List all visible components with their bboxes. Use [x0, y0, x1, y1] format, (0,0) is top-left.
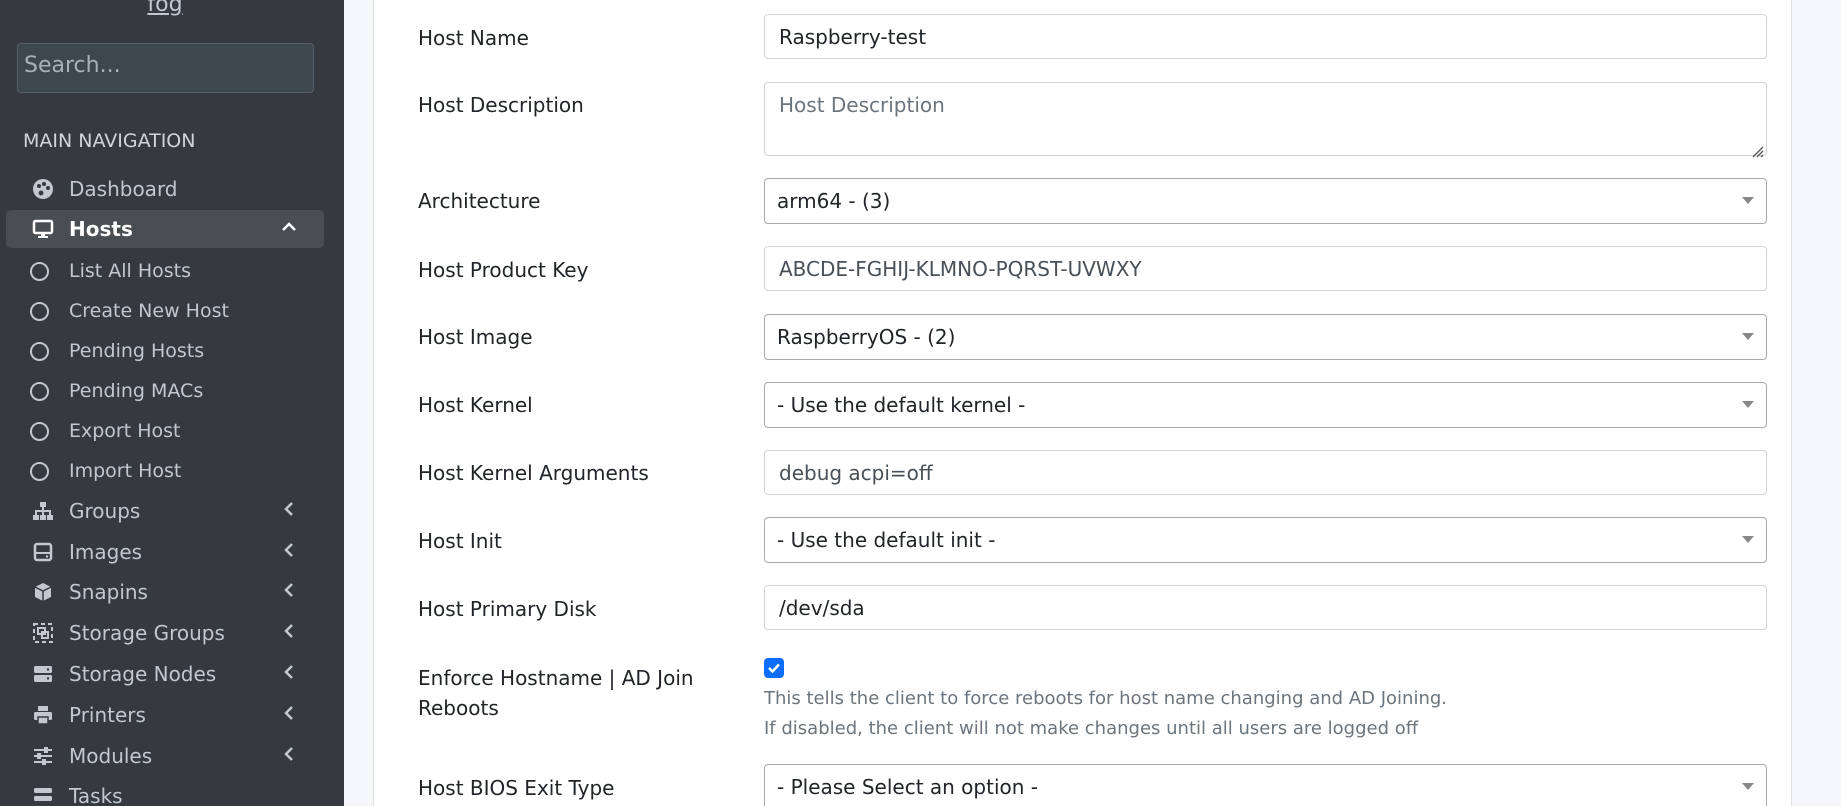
sitemap-icon: [30, 498, 56, 524]
sidebar-item-groups[interactable]: Groups: [6, 492, 324, 530]
chevron-left-icon: [280, 581, 298, 604]
host-kernel-label: Host Kernel: [418, 393, 533, 417]
host-kernel-selected-value: - Use the default kernel -: [777, 393, 1026, 417]
chevron-left-icon: [280, 541, 298, 564]
host-kernel-select[interactable]: - Use the default kernel -: [764, 382, 1767, 428]
sidebar-item-label: Printers: [69, 703, 146, 727]
bios-exit-label: Host BIOS Exit Type: [418, 776, 615, 800]
print-icon: [30, 702, 56, 728]
sidebar-item-label: Groups: [69, 499, 141, 523]
architecture-select[interactable]: arm64 - (3): [764, 178, 1767, 224]
server-icon: [30, 661, 56, 687]
host-description-placeholder: Host Description: [779, 93, 945, 117]
sidebar-subitem-create-new-host[interactable]: Create New Host: [6, 294, 324, 328]
enforce-help-line1: This tells the client to force reboots f…: [764, 688, 1447, 709]
circle-icon: [30, 381, 49, 401]
sidebar-item-label: Dashboard: [69, 177, 178, 201]
chevron-left-icon: [280, 704, 298, 727]
chevron-left-icon: [280, 745, 298, 768]
host-image-label: Host Image: [418, 325, 533, 349]
caret-down-icon: [1742, 197, 1754, 204]
caret-down-icon: [1742, 333, 1754, 340]
sidebar-search-input[interactable]: Search...: [17, 43, 314, 93]
sidebar-item-label: Storage Nodes: [69, 662, 217, 686]
enforce-label: Enforce Hostname | AD Join Reboots: [418, 663, 694, 723]
host-image-selected-value: RaspberryOS - (2): [777, 325, 956, 349]
enforce-label-line2: Reboots: [418, 696, 499, 720]
sidebar-subitem-label: List All Hosts: [69, 260, 192, 282]
host-description-label: Host Description: [418, 93, 584, 117]
bios-exit-select[interactable]: - Please Select an option -: [764, 764, 1767, 806]
sidebar-subitem-pending-hosts[interactable]: Pending Hosts: [6, 334, 324, 368]
palette-icon: [30, 176, 56, 202]
kernel-args-input[interactable]: debug acpi=off: [764, 450, 1767, 495]
host-name-label: Host Name: [418, 26, 529, 50]
caret-down-icon: [1742, 783, 1754, 790]
chevron-left-icon: [280, 663, 298, 686]
sidebar: fog Search... MAIN NAVIGATION Dashboard …: [0, 0, 344, 806]
primary-disk-label: Host Primary Disk: [418, 597, 597, 621]
host-init-selected-value: - Use the default init -: [777, 528, 996, 552]
resize-handle-icon[interactable]: [1750, 139, 1764, 158]
sidebar-subitem-label: Create New Host: [69, 300, 229, 322]
host-description-textarea[interactable]: Host Description: [764, 82, 1767, 158]
sidebar-item-tasks[interactable]: Tasks: [6, 777, 324, 806]
sidebar-item-storage-nodes[interactable]: Storage Nodes: [6, 655, 324, 693]
main-navigation-header: MAIN NAVIGATION: [23, 130, 196, 152]
kernel-args-label: Host Kernel Arguments: [418, 461, 649, 485]
circle-icon: [30, 421, 49, 441]
check-icon: [768, 663, 780, 674]
sidebar-item-dashboard[interactable]: Dashboard: [6, 170, 324, 208]
sidebar-item-label: Hosts: [69, 217, 133, 241]
sidebar-item-hosts[interactable]: Hosts: [6, 210, 324, 248]
sidebar-subitem-export-host[interactable]: Export Host: [6, 414, 324, 448]
circle-icon: [30, 261, 49, 281]
chevron-up-icon: [280, 218, 298, 241]
architecture-selected-value: arm64 - (3): [777, 189, 891, 213]
caret-down-icon: [1742, 536, 1754, 543]
primary-disk-input[interactable]: /dev/sda: [764, 585, 1767, 630]
enforce-checkbox[interactable]: [764, 658, 784, 678]
cube-icon: [30, 579, 56, 605]
enforce-label-line1: Enforce Hostname | AD Join: [418, 666, 694, 690]
tasks-icon: [30, 783, 56, 806]
desktop-icon: [30, 216, 56, 242]
chevron-left-icon: [280, 500, 298, 523]
object-group-icon: [30, 620, 56, 646]
sidebar-subitem-label: Export Host: [69, 420, 181, 442]
sidebar-subitem-label: Pending MACs: [69, 380, 204, 402]
chevron-left-icon: [280, 622, 298, 645]
sidebar-item-label: Storage Groups: [69, 621, 225, 645]
sidebar-subitem-label: Pending Hosts: [69, 340, 205, 362]
circle-icon: [30, 301, 49, 321]
sidebar-item-label: Tasks: [69, 784, 123, 806]
sidebar-item-modules[interactable]: Modules: [6, 737, 324, 775]
enforce-help-line2: If disabled, the client will not make ch…: [764, 718, 1419, 739]
brand-link[interactable]: fog: [0, 0, 330, 17]
sidebar-item-printers[interactable]: Printers: [6, 696, 324, 734]
sidebar-item-snapins[interactable]: Snapins: [6, 573, 324, 611]
sliders-icon: [30, 743, 56, 769]
host-init-label: Host Init: [418, 529, 502, 553]
architecture-label: Architecture: [418, 189, 541, 213]
sidebar-subitem-pending-macs[interactable]: Pending MACs: [6, 374, 324, 408]
host-name-input[interactable]: Raspberry-test: [764, 14, 1767, 59]
bios-exit-selected-value: - Please Select an option -: [777, 775, 1038, 799]
sidebar-subitem-label: Import Host: [69, 460, 182, 482]
product-key-input[interactable]: ABCDE-FGHIJ-KLMNO-PQRST-UVWXY: [764, 246, 1767, 291]
sidebar-item-label: Snapins: [69, 580, 148, 604]
sidebar-subitem-import-host[interactable]: Import Host: [6, 454, 324, 488]
circle-icon: [30, 461, 49, 481]
product-key-label: Host Product Key: [418, 258, 589, 282]
sidebar-item-storage-groups[interactable]: Storage Groups: [6, 614, 324, 652]
sidebar-item-label: Modules: [69, 744, 153, 768]
host-image-select[interactable]: RaspberryOS - (2): [764, 314, 1767, 360]
caret-down-icon: [1742, 401, 1754, 408]
sidebar-item-images[interactable]: Images: [6, 533, 324, 571]
sidebar-item-label: Images: [69, 540, 143, 564]
host-init-select[interactable]: - Use the default init -: [764, 517, 1767, 563]
sidebar-subitem-list-all-hosts[interactable]: List All Hosts: [6, 254, 324, 288]
circle-icon: [30, 341, 49, 361]
hdd-icon: [30, 539, 56, 565]
